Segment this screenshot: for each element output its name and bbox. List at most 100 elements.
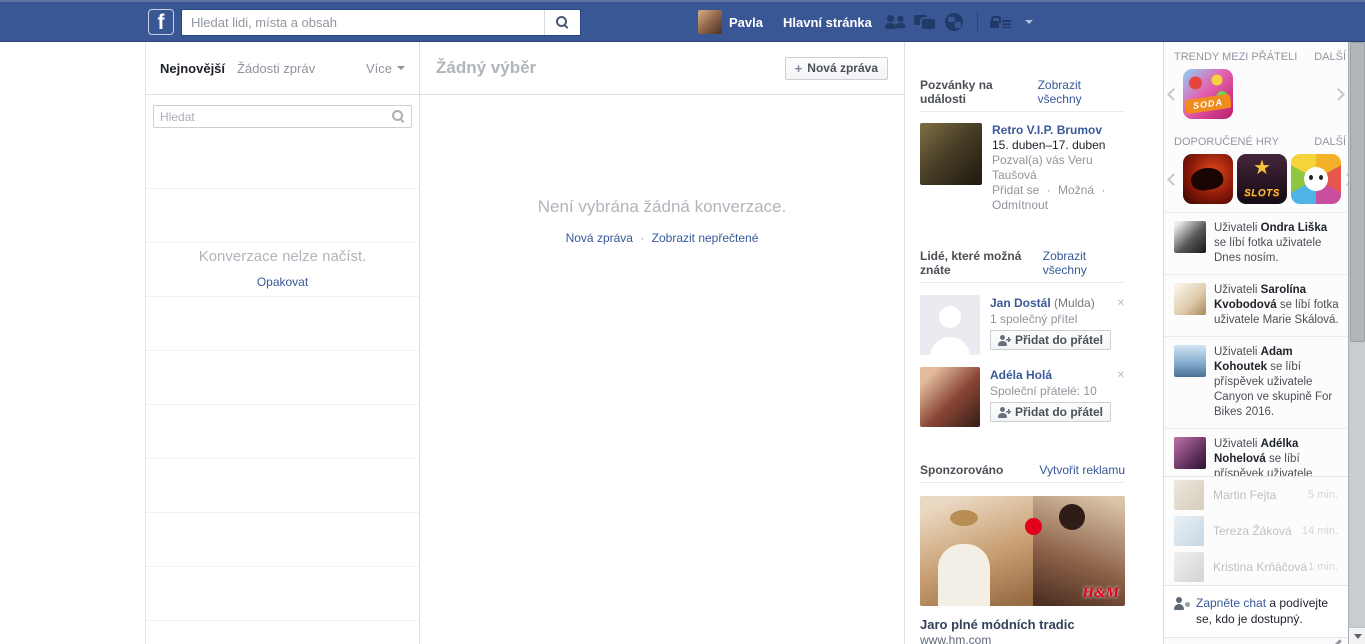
chevron-down-icon	[1025, 20, 1034, 24]
trivia-game-icon[interactable]	[1291, 154, 1341, 204]
conversations-header: Nejnovější Žádosti zpráv Více	[146, 42, 419, 95]
event-decline-link[interactable]: Odmítnout	[992, 198, 1048, 212]
ad-image[interactable]: H&M	[920, 496, 1125, 606]
ad-headline-link[interactable]: Jaro plné módních tradic	[920, 617, 1125, 632]
add-friend-label: Přidat do přátel	[1015, 405, 1104, 419]
avatar	[1174, 221, 1206, 253]
sponsored-section-header: Sponzorováno Vytvořit reklamu	[920, 452, 1125, 483]
add-friend-button[interactable]: Přidat do přátel	[990, 330, 1112, 350]
chevron-left-icon[interactable]	[1167, 87, 1180, 101]
messages-icon[interactable]	[911, 2, 940, 42]
chevron-right-icon[interactable]	[1332, 87, 1345, 101]
games-more-link[interactable]: DALŠÍ	[1314, 136, 1346, 148]
ticker-story[interactable]: Uživateli Adam Kohoutek se líbí příspěve…	[1164, 337, 1348, 429]
trending-header: TRENDY MEZI PŘÁTELI DALŠÍ	[1164, 42, 1348, 67]
chat-friend-row[interactable]: Martin Fejta 5 min.	[1164, 477, 1348, 513]
chat-search-bar: ⚙	[1164, 638, 1348, 644]
empty-new-message-link[interactable]: Nová zpráva	[566, 231, 633, 245]
home-link[interactable]: Hlavní stránka	[773, 2, 882, 42]
empty-thread-title: Není vybrána žádná konverzace.	[537, 197, 787, 216]
games-header: DOPORUČENÉ HRY DALŠÍ	[1164, 127, 1348, 152]
thread-title: Žádný výběr	[436, 58, 537, 77]
trending-more-link[interactable]: DALŠÍ	[1314, 51, 1346, 63]
new-message-button[interactable]: + Nová zpráva	[784, 56, 888, 80]
event-photo[interactable]	[920, 123, 982, 185]
close-icon[interactable]: ✕	[1117, 298, 1125, 309]
add-friend-button[interactable]: Přidat do přátel	[990, 402, 1112, 422]
conversation-row-placeholder	[146, 459, 419, 513]
pymk-suggestion: Adéla Holá Společní přátelé: 10 Přidat d…	[920, 367, 1125, 427]
candy-soda-game-icon[interactable]: SODA	[1183, 69, 1233, 119]
messages-page: Nejnovější Žádosti zpráv Více Konverzace…	[145, 42, 1140, 644]
ticker-story[interactable]: Uživateli Sarolína Kvobodová se líbí fot…	[1164, 275, 1348, 337]
facebook-logo-letter: f	[157, 11, 165, 34]
chat-friend-row[interactable]: Tereza Žáková 14 min.	[1164, 513, 1348, 549]
add-friend-icon	[998, 406, 1011, 418]
ticker-story[interactable]: Uživateli Ondra Liška se líbí fotka uživ…	[1164, 213, 1348, 275]
chevron-left-icon[interactable]	[1167, 172, 1180, 186]
conversation-row-placeholder	[146, 297, 419, 351]
arrow-down-icon	[1353, 633, 1362, 639]
price-badge	[1025, 518, 1042, 535]
chat-friend-row[interactable]: Kristina Krňáčová 1 min.	[1164, 549, 1348, 585]
scrollbar-track[interactable]	[1348, 42, 1365, 644]
ticker-stories: Uživateli Ondra Liška se líbí fotka uživ…	[1164, 212, 1348, 476]
avatar	[1174, 437, 1206, 469]
jurassic-game-icon[interactable]	[1183, 154, 1233, 204]
default-avatar[interactable]	[920, 295, 980, 355]
avatar[interactable]	[920, 367, 980, 427]
avatar	[1174, 552, 1204, 582]
profile-link[interactable]: Pavla	[688, 2, 773, 42]
turn-on-chat-link[interactable]: Zapněte chat	[1196, 596, 1266, 610]
pymk-name-link[interactable]: Jan Dostál	[990, 296, 1051, 310]
pymk-name-link[interactable]: Adéla Holá	[990, 368, 1052, 382]
global-search-input[interactable]	[182, 10, 544, 35]
navbar-right: Pavla Hlavní stránka	[688, 2, 1044, 42]
avatar	[1174, 516, 1204, 546]
conversation-search-input[interactable]	[160, 109, 392, 124]
tab-message-requests[interactable]: Žádosti zpráv	[231, 61, 321, 76]
last-active-time: 1 min.	[1308, 561, 1338, 573]
search-button[interactable]	[544, 10, 580, 35]
sponsored-title: Sponzorováno	[920, 463, 1004, 477]
conversation-row-placeholder	[146, 351, 419, 405]
home-label: Hlavní stránka	[782, 14, 872, 30]
globe-icon	[945, 13, 964, 31]
facebook-logo[interactable]: f	[148, 9, 174, 35]
pymk-see-all-link[interactable]: Zobrazit všechny	[1043, 249, 1125, 277]
conversation-row-placeholder	[146, 405, 419, 459]
show-unread-link[interactable]: Zobrazit nepřečtené	[652, 231, 759, 245]
create-ad-link[interactable]: Vytvořit reklamu	[1039, 463, 1125, 477]
friend-requests-icon[interactable]	[882, 2, 911, 42]
privacy-shortcuts-icon[interactable]	[986, 2, 1015, 42]
event-join-link[interactable]: Přidat se	[992, 183, 1039, 197]
event-name-link[interactable]: Retro V.I.P. Brumov	[992, 123, 1125, 138]
conversation-row-placeholder	[146, 567, 419, 621]
global-search	[181, 9, 581, 36]
scroll-down-button[interactable]	[1349, 627, 1365, 644]
load-error: Konverzace nelze načíst. Opakovat	[146, 248, 419, 289]
add-friend-label: Přidat do přátel	[1015, 333, 1104, 347]
offline-friends-list: Martin Fejta 5 min. Tereza Žáková 14 min…	[1164, 476, 1348, 585]
pymk-suggestion: Jan Dostál (Mulda) 1 společný přítel Při…	[920, 295, 1125, 355]
ticker-story[interactable]: Uživateli Adélka Nohelová se líbí příspě…	[1164, 429, 1348, 476]
ad-photo-left	[920, 496, 1033, 606]
close-icon[interactable]: ✕	[1117, 370, 1125, 381]
notifications-icon[interactable]	[940, 2, 969, 42]
slots-label: SLOTS	[1244, 188, 1280, 199]
more-dropdown[interactable]: Více	[360, 61, 411, 76]
tab-newest[interactable]: Nejnovější	[154, 61, 231, 76]
scrollbar-thumb[interactable]	[1350, 42, 1365, 342]
star-icon: ★	[1253, 157, 1271, 179]
retry-link[interactable]: Opakovat	[257, 275, 308, 289]
events-see-all-link[interactable]: Zobrazit všechny	[1038, 78, 1125, 106]
chevron-right-icon[interactable]	[1341, 172, 1348, 186]
last-active-time: 5 min.	[1308, 489, 1338, 501]
event-maybe-link[interactable]: Možná	[1058, 183, 1094, 197]
dot-separator: ·	[1101, 183, 1106, 197]
mutual-friends-text: 1 společný přítel	[990, 312, 1078, 326]
conversations-panel: Nejnovější Žádosti zpráv Více Konverzace…	[145, 42, 420, 644]
games-carousel: ★ SLOTS	[1164, 152, 1348, 212]
slots-game-icon[interactable]: ★ SLOTS	[1237, 154, 1287, 204]
account-menu-button[interactable]	[1015, 2, 1044, 42]
